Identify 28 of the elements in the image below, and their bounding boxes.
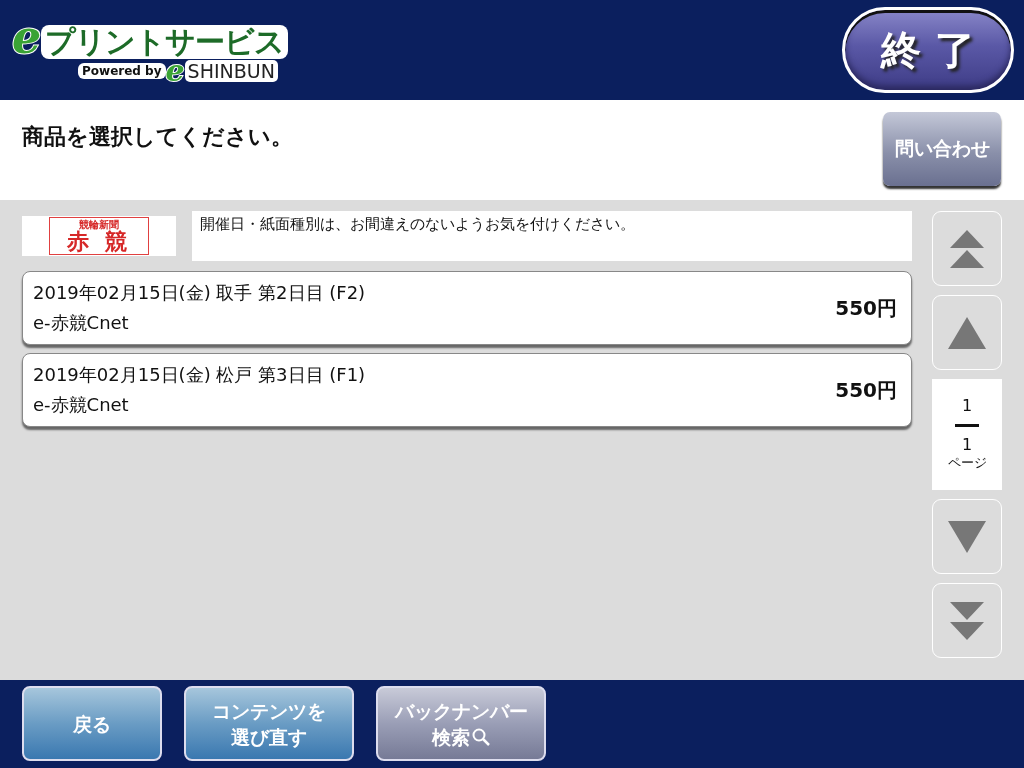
up-arrow-icon: [948, 316, 986, 349]
footer-button[interactable]: コンテンツを 選び直す: [184, 686, 354, 761]
logo-title: 赤 競: [67, 229, 131, 254]
footer-button[interactable]: バックナンバー 検索: [376, 686, 546, 761]
brand-name: SHINBUN: [184, 60, 278, 82]
exit-button[interactable]: 終 了: [842, 7, 1014, 93]
logo-letter: e: [12, 15, 42, 59]
total-pages: 1: [961, 436, 973, 454]
page-nav-button[interactable]: [932, 583, 1002, 658]
page-nav-button[interactable]: [932, 295, 1002, 370]
current-page: 1: [961, 397, 973, 415]
down-arrow-icon: [948, 520, 986, 553]
notice-text: 開催日・紙面種別は、お間違えのないようお気を付けください。: [192, 211, 912, 261]
powered-by-text: Powered by: [78, 63, 166, 79]
search-icon: [472, 727, 490, 746]
footer-button[interactable]: 戻る: [22, 686, 162, 761]
product-item[interactable]: 2019年02月15日(金) 取手 第2日目 (F2) e-赤競Cnet 550円: [22, 271, 912, 345]
page-nav-button[interactable]: [932, 499, 1002, 574]
page-unit: ページ: [947, 454, 987, 472]
logo-title: プリントサービス: [41, 25, 289, 59]
double-up-arrow-icon: [950, 229, 984, 268]
logo-letter: e: [165, 57, 185, 85]
page-nav-button[interactable]: [932, 211, 1002, 286]
logo-subtitle: 競輪新聞: [79, 218, 119, 230]
inquiry-button[interactable]: 問い合わせ: [883, 112, 1001, 186]
product-item[interactable]: 2019年02月15日(金) 松戸 第3日目 (F1) e-赤競Cnet 550円: [22, 353, 912, 427]
double-down-arrow-icon: [950, 601, 984, 640]
instruction-text: 商品を選択してください。: [22, 123, 293, 151]
